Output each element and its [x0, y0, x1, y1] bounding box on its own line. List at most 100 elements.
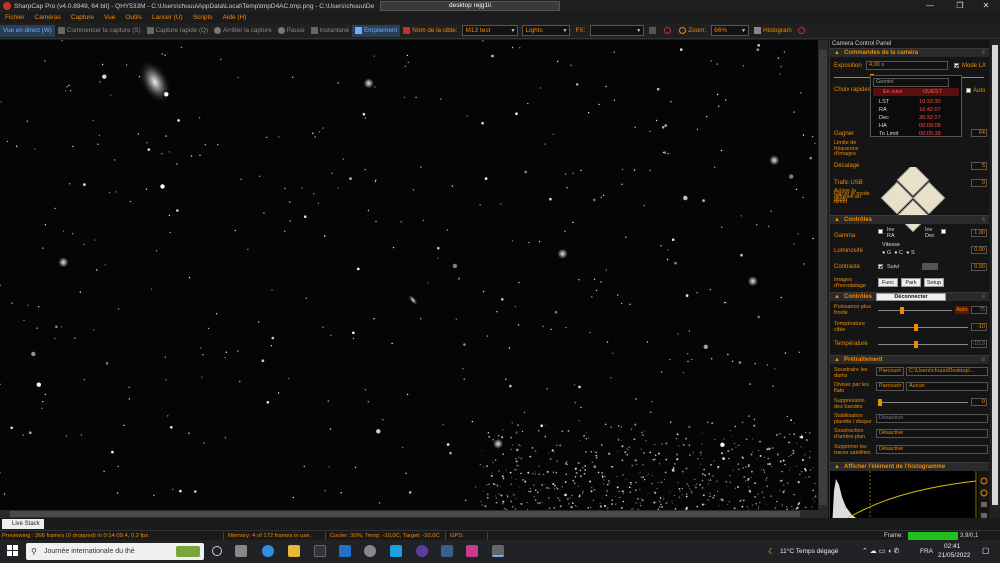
phd2-icon[interactable] [441, 545, 453, 557]
pause-button[interactable]: Pause [275, 25, 308, 37]
scrollbar-thumb[interactable] [992, 45, 998, 505]
notification-icon[interactable]: ▢ [982, 546, 990, 555]
task-view-icon[interactable] [235, 545, 247, 557]
menu-file[interactable]: Fichier [0, 14, 30, 21]
taskbar-preview-tab[interactable]: desktop rejg1ii [380, 1, 560, 11]
minimize-button[interactable]: — [916, 0, 944, 12]
start-capture-button[interactable]: Commencer la capture (S) [55, 25, 144, 37]
auto-checkbox[interactable] [966, 88, 971, 93]
park-button[interactable]: Park [901, 278, 921, 287]
func-button[interactable]: Func [878, 278, 898, 287]
slider-knob[interactable] [878, 399, 882, 406]
setup-button[interactable]: Setup [924, 278, 944, 287]
panel-scrollbar[interactable] [990, 40, 1000, 518]
inv-dec-checkbox[interactable] [941, 229, 946, 234]
quick-capture-button[interactable]: Capture rapide (Q) [144, 25, 212, 37]
stop-capture-button[interactable]: Arrêter la capture [211, 25, 275, 37]
timer-button[interactable] [795, 25, 810, 37]
banding-input[interactable]: 0 [971, 398, 987, 406]
stabilize-select[interactable]: Désactivé [876, 414, 988, 423]
darks-browse-button[interactable]: Parcourir [876, 367, 904, 376]
slider-knob[interactable] [914, 324, 918, 331]
menu-scripts[interactable]: Scripts [188, 14, 218, 21]
section-controls[interactable]: ▲ Contrôles ≡ [830, 215, 989, 224]
offset-input[interactable]: 5 [971, 162, 987, 170]
menu-cameras[interactable]: Caméras [30, 14, 66, 21]
horizontal-scrollbar[interactable] [0, 510, 818, 518]
menu-launch[interactable]: Lancer (U) [147, 14, 188, 21]
brightness-input[interactable]: 0.00 [971, 246, 987, 254]
scrollbar-thumb[interactable] [819, 50, 827, 505]
cooler-slider[interactable] [878, 307, 952, 314]
edge-icon[interactable] [262, 545, 274, 557]
satellite-select[interactable]: Désactivé [876, 445, 988, 454]
stacking-button[interactable]: Empilement [352, 24, 401, 37]
follow-toggle[interactable] [922, 263, 938, 270]
capture-preview[interactable] [0, 40, 818, 510]
slider-knob[interactable] [900, 307, 904, 314]
follow-checkbox[interactable] [878, 264, 883, 269]
contrast-input[interactable]: 0.00 [971, 263, 987, 271]
sharpcap-taskbar-icon[interactable] [492, 545, 504, 557]
cooler-input[interactable]: 75 [971, 306, 987, 314]
maximize-button[interactable]: ❐ [946, 0, 974, 12]
exposure-input[interactable]: 4,00 s [866, 61, 948, 70]
windows-start-icon[interactable] [7, 545, 19, 557]
file-explorer-icon[interactable] [288, 545, 300, 557]
taskbar-search-input[interactable]: ⚲ Journée internationale du thé [26, 543, 204, 560]
app-icon-blue[interactable] [390, 545, 402, 557]
close-button[interactable]: ✕ [972, 0, 1000, 12]
menu-view[interactable]: Vue [99, 14, 120, 21]
bg-sub-select[interactable]: Désactivé [876, 429, 988, 438]
section-preprocessing[interactable]: ▲ Prétraitement ≡ [830, 355, 989, 364]
color-app-icon[interactable] [466, 545, 478, 557]
flats-browse-button[interactable]: Parcourir [876, 382, 904, 391]
inv-ra-checkbox[interactable] [878, 229, 883, 234]
target-name-input[interactable]: M13 test ▼ [462, 25, 519, 36]
star [661, 126, 665, 129]
language-indicator[interactable]: FRA [920, 548, 933, 555]
gain-input[interactable]: 64 [971, 129, 987, 137]
cluster-star [701, 503, 704, 506]
frame-type-select[interactable]: Lights ▼ [522, 25, 571, 36]
settings-icon[interactable] [364, 545, 376, 557]
menu-help[interactable]: Aide (H) [218, 14, 252, 21]
section-histogram[interactable]: ▲ Afficher l'élément de l'histogramme [830, 462, 989, 471]
cortana-icon[interactable] [212, 546, 222, 556]
weather-text[interactable]: 11°C Temps dégagé [780, 548, 838, 555]
tab-live-stack[interactable]: Live Stack [2, 519, 44, 529]
cluster-star [642, 476, 645, 479]
disconnect-button[interactable]: Déconnecter [876, 293, 946, 301]
speed-options[interactable]: ● G ● C ● S [882, 250, 915, 256]
stellarium-icon[interactable] [416, 545, 428, 557]
clock-date[interactable]: 21/05/2022 [938, 552, 971, 559]
start-capture-label: Commencer la capture (S) [66, 27, 141, 34]
fx-select[interactable]: ▼ [590, 25, 645, 36]
menu-capture[interactable]: Capture [66, 14, 99, 21]
histogram-chart[interactable] [830, 471, 989, 518]
gamma-input[interactable]: 1.00 [971, 229, 987, 237]
usb-input[interactable]: 0 [971, 179, 987, 187]
section-camera-controls[interactable]: ▲ Commandes de la caméra ≡ [830, 48, 989, 57]
reticle-toggle[interactable] [661, 25, 676, 37]
scrollbar-thumb[interactable] [10, 511, 800, 517]
clock-time[interactable]: 02:41 [944, 543, 960, 550]
live-view-button[interactable]: Vue en direct (W) [0, 24, 55, 37]
tray-icons[interactable]: ⌃ ☁ ▭ ◖ ✆ [862, 547, 899, 555]
menu-tools[interactable]: Outils [120, 14, 147, 21]
banding-slider[interactable] [878, 399, 968, 406]
target-temp-slider[interactable] [878, 324, 968, 331]
cluster-star [614, 503, 617, 506]
mail-icon[interactable] [339, 545, 351, 557]
mount-select[interactable]: Gemini [873, 78, 949, 87]
zoom-select[interactable]: 66% ▼ [711, 25, 750, 36]
histogram-button[interactable]: Histogram [751, 25, 795, 37]
section-cooling[interactable]: ▲ Contrôles Déconnecter ≡ [830, 292, 989, 301]
snapshot-button[interactable]: Instantané [308, 25, 352, 37]
target-temp-input[interactable]: -10 [971, 323, 987, 331]
store-icon[interactable] [314, 545, 326, 557]
vertical-scrollbar[interactable] [818, 40, 828, 518]
mode-lx-checkbox[interactable] [954, 63, 959, 68]
grid-toggle[interactable] [646, 25, 661, 37]
cooler-auto-button[interactable]: Auto [955, 306, 969, 314]
